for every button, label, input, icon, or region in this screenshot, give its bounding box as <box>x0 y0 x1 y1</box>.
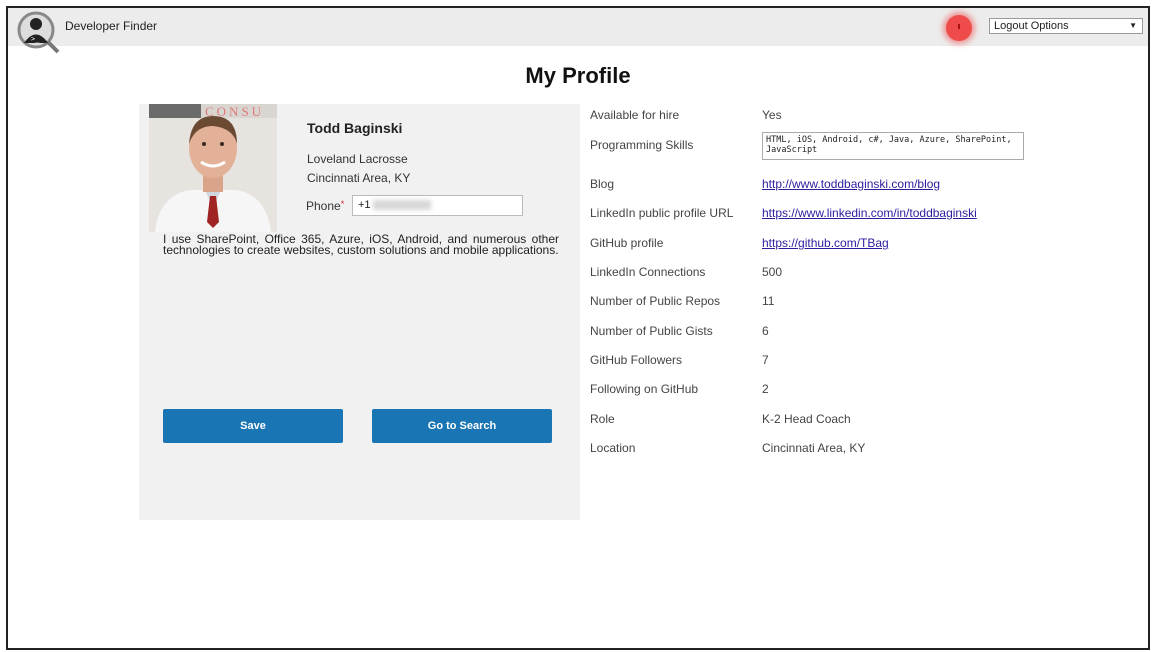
go-to-search-button[interactable]: Go to Search <box>372 409 552 443</box>
detail-value: 11 <box>762 294 775 308</box>
profile-photo: CONSU <box>149 104 277 232</box>
detail-value: Cincinnati Area, KY <box>762 441 866 455</box>
profile-name: Todd Baginski <box>307 120 403 136</box>
save-button[interactable]: Save <box>163 409 343 443</box>
detail-row: Role K-2 Head Coach <box>590 412 1110 430</box>
detail-value: K-2 Head Coach <box>762 412 851 426</box>
linkedin-link[interactable]: https://www.linkedin.com/in/toddbaginski <box>762 206 977 220</box>
profile-location: Cincinnati Area, KY <box>307 171 411 185</box>
detail-row: Programming Skills HTML, iOS, Android, c… <box>590 132 1110 160</box>
detail-value: 7 <box>762 353 769 367</box>
detail-label: Location <box>590 441 636 455</box>
detail-value: 2 <box>762 382 769 396</box>
phone-label: Phone* <box>306 199 344 213</box>
profile-organization: Loveland Lacrosse <box>307 152 408 166</box>
detail-label: Role <box>590 412 615 426</box>
detail-value: 500 <box>762 265 783 279</box>
app-window: >_ Developer Finder Logout Options ▼ My … <box>6 6 1150 650</box>
detail-value: Yes <box>762 108 782 122</box>
detail-value: 6 <box>762 324 769 338</box>
detail-label: Blog <box>590 177 615 191</box>
svg-text:>_: >_ <box>31 35 40 43</box>
blog-link[interactable]: http://www.toddbaginski.com/blog <box>762 177 940 191</box>
logout-options-label: Logout Options <box>994 20 1069 32</box>
profile-bio: I use SharePoint, Office 365, Azure, iOS… <box>163 232 559 257</box>
detail-row: GitHub Followers 7 <box>590 353 1110 371</box>
detail-label: GitHub profile <box>590 236 664 250</box>
github-link[interactable]: https://github.com/TBag <box>762 236 889 250</box>
detail-label: Number of Public Gists <box>590 324 713 338</box>
detail-row: GitHub profile https://github.com/TBag <box>590 236 1110 254</box>
detail-row: Blog http://www.toddbaginski.com/blog <box>590 177 1110 195</box>
programming-skills-textarea[interactable]: HTML, iOS, Android, c#, Java, Azure, Sha… <box>762 132 1024 160</box>
phone-value: +1 <box>358 199 371 211</box>
page-title: My Profile <box>525 63 631 88</box>
phone-redacted <box>372 200 431 211</box>
detail-row: LinkedIn public profile URL https://www.… <box>590 206 1110 224</box>
detail-row: Location Cincinnati Area, KY <box>590 441 1110 459</box>
developer-magnifier-icon[interactable]: >_ <box>16 10 60 54</box>
notification-icon[interactable] <box>946 15 972 41</box>
dropdown-arrow-icon: ▼ <box>1129 21 1137 30</box>
detail-label: Available for hire <box>590 108 680 122</box>
detail-row: Following on GitHub 2 <box>590 382 1110 400</box>
logout-options-select[interactable]: Logout Options ▼ <box>989 18 1143 34</box>
detail-label: Number of Public Repos <box>590 294 721 308</box>
detail-row: Number of Public Repos 11 <box>590 294 1110 312</box>
detail-label: Following on GitHub <box>590 382 699 396</box>
profile-card: CONSU Todd Baginski Loveland Lacrosse Ci… <box>139 104 580 520</box>
detail-row: Number of Public Gists 6 <box>590 324 1110 342</box>
top-bar: >_ Developer Finder Logout Options ▼ <box>8 8 1148 54</box>
detail-row: Available for hire Yes <box>590 108 1110 126</box>
detail-label: GitHub Followers <box>590 353 683 367</box>
phone-label-text: Phone <box>306 199 341 213</box>
detail-label: Programming Skills <box>590 138 694 152</box>
phone-input[interactable]: +1 <box>352 195 523 216</box>
app-title: Developer Finder <box>65 19 158 33</box>
detail-label: LinkedIn Connections <box>590 265 706 279</box>
detail-label: LinkedIn public profile URL <box>590 206 734 220</box>
detail-row: LinkedIn Connections 500 <box>590 265 1110 283</box>
required-marker: * <box>340 199 345 209</box>
